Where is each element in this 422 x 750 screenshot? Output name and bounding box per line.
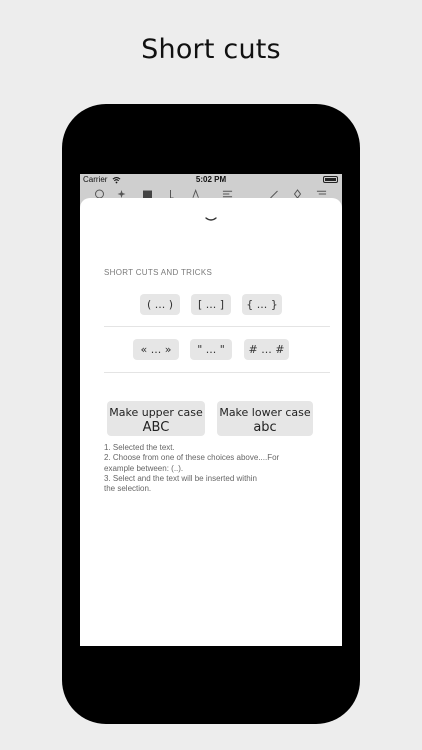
battery-icon [323, 176, 338, 183]
square-brackets-button[interactable]: [ ... ] [191, 294, 231, 315]
instructions-text: 1. Selected the text. 2. Choose from one… [104, 443, 314, 494]
shortcuts-sheet: SHORT CUTS AND TRICKS ( ... ) [ ... ] { … [80, 198, 342, 646]
clock: 5:02 PM [195, 175, 227, 184]
instruction-line: 1. Selected the text. [104, 443, 175, 452]
parentheses-button[interactable]: ( ... ) [140, 294, 180, 315]
headline: Short cuts [141, 34, 281, 65]
upper-case-label: Make upper case [109, 406, 203, 419]
instruction-line: 3. Select and the text will be inserted … [104, 473, 257, 483]
app-store-screenshot: Short cuts Carrier 5:02 PM SHORT CUTS AN… [0, 0, 422, 750]
curly-braces-button[interactable]: { ... } [242, 294, 282, 315]
divider [104, 326, 330, 327]
instruction-line: the selection. [104, 484, 152, 494]
lower-case-label: Make lower case [219, 406, 311, 419]
divider [104, 372, 330, 373]
upper-case-button[interactable]: Make upper case ABC [107, 401, 205, 436]
upper-case-sample: ABC [142, 420, 170, 435]
hash-button[interactable]: # ... # [244, 339, 289, 360]
guillemets-button[interactable]: « ... » [133, 339, 179, 360]
instruction-line: 2. Choose from one of these choices abov… [104, 453, 280, 463]
lower-case-sample: abc [253, 420, 277, 435]
quotes-button[interactable]: " ... " [190, 339, 232, 360]
lower-case-button[interactable]: Make lower case abc [217, 401, 313, 436]
section-title: SHORT CUTS AND TRICKS [104, 268, 213, 277]
chevron-down-icon[interactable] [204, 216, 218, 224]
instruction-line: example between: (..). [104, 463, 184, 473]
status-bar: Carrier 5:02 PM [80, 174, 342, 186]
device-screen: Carrier 5:02 PM SHORT CUTS AND TRICKS (… [80, 174, 342, 646]
